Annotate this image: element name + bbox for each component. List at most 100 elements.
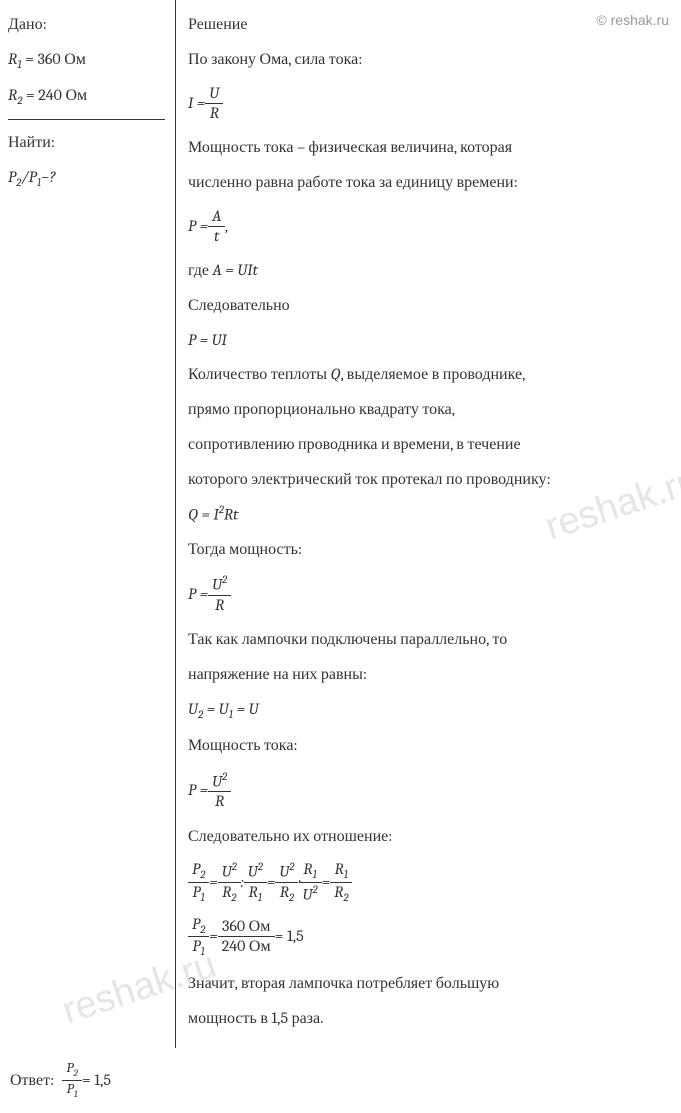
- frac-u2-den-2: R: [208, 792, 231, 811]
- power-current-text: Мощность тока:: [188, 731, 671, 760]
- frac-r1-r2: R1 R2: [330, 860, 352, 904]
- comma: ,: [225, 212, 228, 241]
- answer-frac: P2 P1: [62, 1060, 82, 1100]
- frac-den-r: R: [205, 104, 223, 123]
- eq-i-label: I =: [188, 89, 205, 118]
- parallel-2: напряжение на них равны:: [188, 660, 671, 689]
- answer-p1: P1: [62, 1081, 82, 1101]
- p2-num-calc: P2: [188, 915, 209, 938]
- solution-title: Решение: [188, 10, 671, 39]
- eq-u-equal: U2 = U1 = U: [188, 695, 671, 725]
- ratio-eq-1: =: [209, 868, 218, 897]
- frac-360-240: 360 Ом 240 Ом: [218, 917, 275, 956]
- given-r1: R1 = 360 Ом: [8, 45, 165, 75]
- frac-u2-num-2: U2: [208, 770, 231, 793]
- eq-p-u2r-2: P = U2 R: [188, 770, 671, 812]
- eq-p-u2r-label-2: P =: [188, 776, 208, 805]
- find-question: −?: [41, 168, 56, 186]
- left-column: Дано: R1 = 360 Ом R2 = 240 Ом Найти: P2/…: [0, 0, 175, 1048]
- where-a-eq: где A = UIt: [188, 256, 671, 285]
- heat-2: прямо пропорционально квадрату тока,: [188, 395, 671, 424]
- eq-current: I = U R: [188, 84, 671, 123]
- frac-u2-r2-b: U2 R2: [275, 860, 298, 904]
- frac-a-t: A t: [208, 207, 225, 246]
- frac-num-u: U: [205, 84, 223, 104]
- conclusion-1: Значит, вторая лампочка потребляет больш…: [188, 969, 671, 998]
- answer-row: Ответ: P2 P1 = 1,5: [0, 1048, 681, 1112]
- frac-r1-u2: R1 U2: [299, 860, 322, 904]
- given-r2: R2 = 240 Ом: [8, 81, 165, 111]
- r2-value: = 240 Ом: [22, 86, 87, 104]
- ohm-law-text: По закону Ома, сила тока:: [188, 45, 671, 74]
- eq-p-ui: P = UI: [188, 326, 671, 355]
- u2-sym: U: [188, 700, 198, 718]
- eq-q-left: Q = I: [188, 505, 219, 523]
- ratio-eq-2: =: [267, 868, 276, 897]
- p1-den: P1: [188, 883, 209, 905]
- u-mid: = U: [203, 700, 229, 718]
- eq-p-label: P =: [188, 212, 208, 241]
- find-expression: P2/P1−?: [8, 163, 165, 193]
- find-slash: /: [21, 168, 28, 186]
- r1-r2-num: R1: [330, 860, 352, 883]
- r1-value: = 360 Ом: [22, 50, 86, 68]
- eq-p-u2r-1: P = U2 R: [188, 573, 671, 615]
- eq-power-at: P = A t ,: [188, 207, 671, 246]
- u2-r1-num: U2: [244, 860, 267, 883]
- p2-num: P2: [188, 860, 209, 883]
- frac-p2-p1-calc: P2 P1: [188, 915, 209, 959]
- answer-result: = 1,5: [82, 1066, 111, 1095]
- therefore-1: Следовательно: [188, 291, 671, 320]
- u-end: = U: [233, 700, 259, 718]
- ratio-eq-3: =: [322, 868, 331, 897]
- right-column: Решение По закону Ома, сила тока: I = U …: [175, 0, 681, 1048]
- answer-label: Ответ:: [10, 1066, 54, 1095]
- therefore-ratio: Следовательно их отношение:: [188, 822, 671, 851]
- eq-q-rest: Rt: [224, 505, 239, 523]
- u2-r2-num: U2: [218, 860, 241, 883]
- ratio-eq-4: =: [209, 922, 218, 951]
- power-text-2: численно равна работе тока за единицу вр…: [188, 168, 671, 197]
- frac-u2-r-1: U2 R: [208, 573, 231, 615]
- heat-3: сопротивлению проводника и времени, в те…: [188, 430, 671, 459]
- find-title: Найти:: [8, 128, 165, 157]
- answer-p2: P2: [62, 1060, 82, 1081]
- given-title: Дано:: [8, 10, 165, 39]
- eq-ratio-full: P2 P1 = U2 R2 : U2 R1 = U2 R2 · R1 U2: [188, 860, 671, 904]
- frac-num-a: A: [208, 207, 225, 227]
- frac-p2-p1: P2 P1: [188, 860, 209, 904]
- frac-u2-den-1: R: [208, 596, 231, 615]
- r1-u2-den: U2: [299, 883, 322, 905]
- heat-4: которого электрический ток протекал по п…: [188, 465, 671, 494]
- frac-den-t: t: [208, 227, 225, 246]
- calc-240: 240 Ом: [218, 937, 275, 956]
- parallel-1: Так как лампочки подключены параллельно,…: [188, 625, 671, 654]
- u2-r2-den-b: R2: [275, 883, 298, 905]
- u2-r2-num-b: U2: [275, 860, 298, 883]
- eq-q: Q = I2Rt: [188, 500, 671, 529]
- power-text-1: Мощность тока – физическая величина, кот…: [188, 133, 671, 162]
- find-p1: P: [29, 168, 37, 186]
- r1-symbol: R: [8, 50, 17, 68]
- calc-result: = 1,5: [275, 922, 304, 951]
- calc-360: 360 Ом: [218, 917, 275, 937]
- p1-den-calc: P1: [188, 937, 209, 959]
- main-container: Дано: R1 = 360 Ом R2 = 240 Ом Найти: P2/…: [0, 0, 681, 1048]
- horizontal-divider: [8, 119, 165, 120]
- then-power: Тогда мощность:: [188, 535, 671, 564]
- find-p2: P: [8, 168, 16, 186]
- frac-u2-r2: U2 R2: [218, 860, 241, 904]
- frac-u-r: U R: [205, 84, 223, 123]
- eq-ratio-calc: P2 P1 = 360 Ом 240 Ом = 1,5: [188, 915, 671, 959]
- frac-u2-num-1: U2: [208, 573, 231, 596]
- u2-r2-den: R2: [218, 883, 241, 905]
- r1-r2-den: R2: [330, 883, 352, 905]
- conclusion-2: мощность в 1,5 раза.: [188, 1004, 671, 1033]
- eq-p-u2r-label: P =: [188, 580, 208, 609]
- r1-u2-num: R1: [299, 860, 322, 883]
- heat-1: Количество теплоты Q, выделяемое в прово…: [188, 360, 671, 389]
- frac-u2-r-2: U2 R: [208, 770, 231, 812]
- frac-u2-r1: U2 R1: [244, 860, 267, 904]
- r2-symbol: R: [8, 86, 17, 104]
- u2-r1-den: R1: [244, 883, 267, 905]
